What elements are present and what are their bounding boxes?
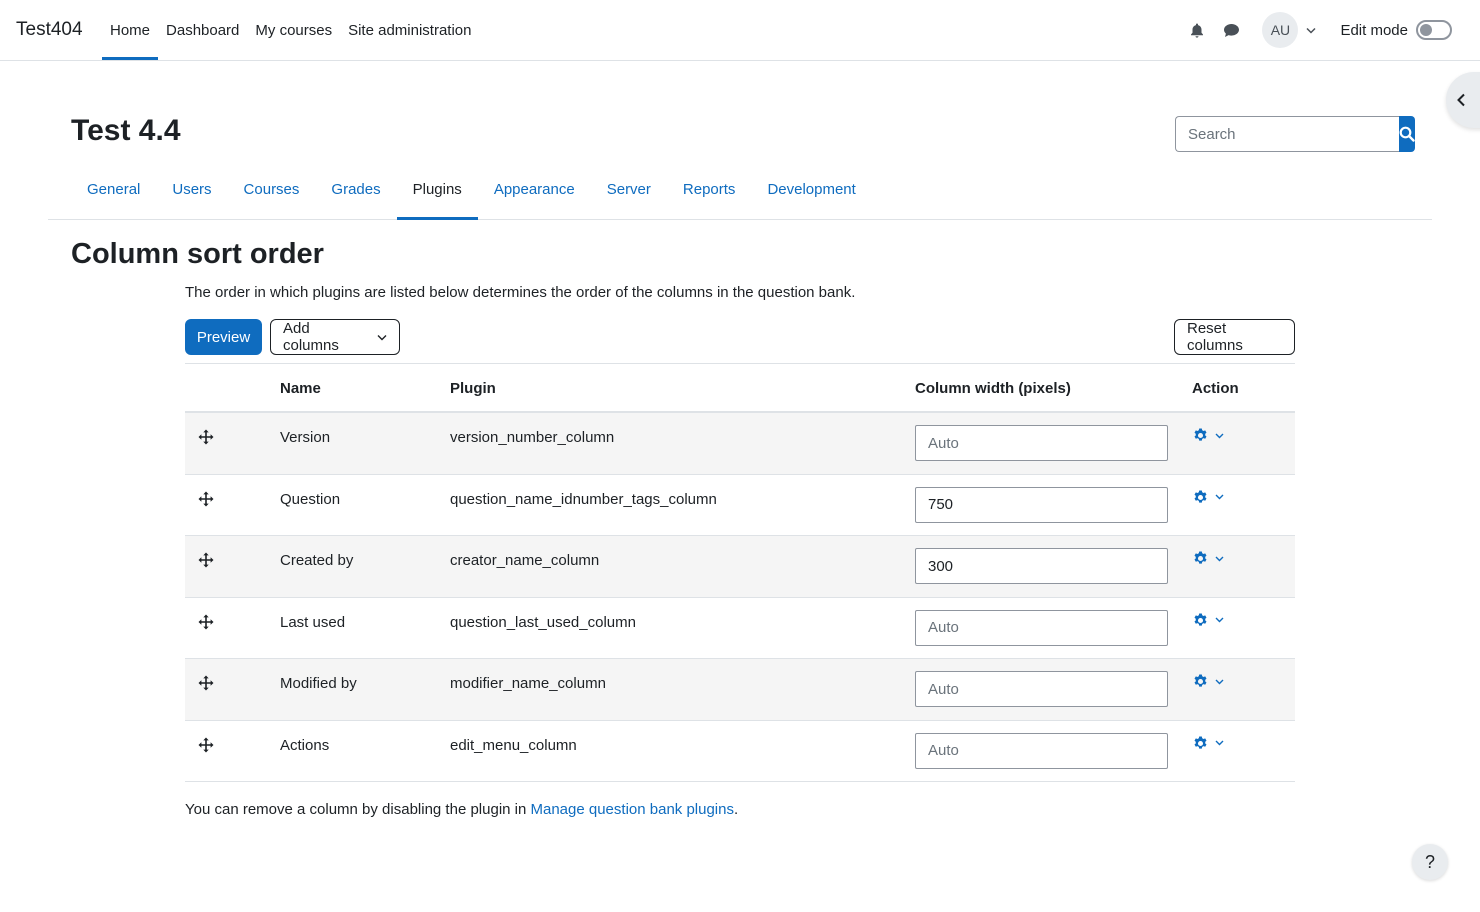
footer-note-text: You can remove a column by disabling the… [185, 801, 531, 818]
tab-development[interactable]: Development [751, 160, 871, 219]
move-drag-handle-icon[interactable] [198, 614, 214, 630]
user-menu-chevron-down-icon[interactable] [1306, 27, 1316, 34]
gear-icon [1194, 612, 1207, 626]
column-width-input[interactable] [915, 425, 1168, 461]
column-width-input[interactable] [915, 671, 1168, 707]
column-name: Actions [280, 736, 330, 754]
tab-general[interactable]: General [71, 160, 156, 219]
table-row: Actions edit_menu_column [185, 721, 1295, 782]
help-button[interactable]: ? [1412, 844, 1448, 880]
page-title: Test 4.4 [71, 114, 181, 147]
edit-mode-toggle[interactable] [1416, 20, 1452, 40]
tab-users[interactable]: Users [156, 160, 227, 219]
reset-columns-button[interactable]: Reset columns [1174, 319, 1295, 355]
move-drag-handle-icon[interactable] [198, 675, 214, 691]
column-name: Version [280, 429, 331, 446]
open-block-drawer-button[interactable] [1446, 72, 1480, 128]
tab-appearance[interactable]: Appearance [478, 160, 591, 219]
row-action-menu[interactable] [1193, 489, 1224, 505]
column-width-input[interactable] [915, 609, 1168, 646]
chevron-down-icon [1215, 740, 1224, 746]
manage-question-bank-plugins-link[interactable]: Manage question bank plugins [531, 801, 734, 818]
chevron-down-icon [1215, 494, 1224, 500]
table-row: Question question_name_idnumber_tags_colu… [185, 475, 1295, 536]
gear-icon [1194, 428, 1207, 441]
chevron-down-icon [1215, 433, 1224, 439]
footer-note-suffix: . [733, 801, 739, 818]
nav-my-courses[interactable]: My courses [247, 0, 340, 60]
column-plugin: modifier_name_column [450, 675, 606, 692]
row-action-menu[interactable] [1193, 674, 1224, 689]
column-plugin: question_last_used_column [450, 613, 636, 631]
move-drag-handle-icon[interactable] [198, 737, 214, 753]
column-sort-table: Name Plugin Column width (pixels) Action… [185, 363, 1295, 782]
nav-site-administration[interactable]: Site administration [340, 0, 479, 60]
nav-home[interactable]: Home [102, 0, 159, 60]
tab-plugins[interactable]: Plugins [396, 160, 479, 220]
admin-secondary-nav: General Users Courses Grades Plugins App… [48, 160, 1432, 220]
site-brand[interactable]: Test404 [16, 19, 83, 41]
chevron-down-icon [1215, 679, 1224, 685]
header-plugin: Plugin [450, 380, 496, 397]
tab-courses[interactable]: Courses [228, 160, 316, 219]
header-column-width: Column width (pixels) [915, 380, 1071, 397]
gear-icon [1194, 674, 1207, 687]
admin-search [1175, 116, 1415, 152]
move-drag-handle-icon[interactable] [198, 552, 214, 568]
column-name: Question [280, 490, 341, 508]
move-drag-handle-icon[interactable] [198, 491, 214, 507]
header-name: Name [280, 380, 321, 397]
column-name: Modified by [280, 675, 357, 692]
chevron-down-icon [1215, 617, 1224, 623]
user-avatar[interactable]: AU [1262, 12, 1299, 48]
nav-dashboard[interactable]: Dashboard [158, 0, 247, 60]
column-width-input[interactable] [915, 486, 1168, 523]
section-title: Column sort order [71, 238, 324, 270]
table-row: Modified by modifier_name_column [185, 659, 1295, 721]
table-row: Last used question_last_used_column [185, 598, 1295, 659]
move-drag-handle-icon[interactable] [198, 429, 214, 445]
row-action-menu[interactable] [1193, 551, 1224, 566]
notifications-bell-icon[interactable] [1182, 15, 1212, 45]
gear-icon [1194, 735, 1207, 749]
gear-icon [1194, 489, 1207, 503]
column-plugin: question_name_idnumber_tags_column [450, 490, 717, 508]
row-action-menu[interactable] [1193, 735, 1224, 751]
search-input[interactable] [1175, 116, 1399, 152]
add-columns-label: Add columns [283, 320, 339, 354]
section-description: The order in which plugins are listed be… [185, 284, 856, 301]
search-button[interactable] [1399, 116, 1415, 152]
chevron-down-icon [1215, 556, 1224, 562]
column-plugin: version_number_column [450, 429, 615, 446]
tab-grades[interactable]: Grades [315, 160, 396, 219]
column-plugin: creator_name_column [450, 552, 600, 569]
add-columns-button[interactable]: Add columns [270, 319, 400, 355]
row-action-menu[interactable] [1193, 612, 1224, 628]
table-row: Created by creator_name_column [185, 536, 1295, 598]
messages-chat-icon[interactable] [1216, 15, 1246, 45]
column-width-input[interactable] [915, 548, 1168, 584]
preview-button[interactable]: Preview [185, 319, 262, 355]
column-width-input[interactable] [915, 732, 1168, 769]
search-icon [1399, 126, 1415, 142]
top-navbar: Test404 Home Dashboard My courses Site a… [0, 0, 1480, 61]
chevron-left-icon [1457, 93, 1465, 107]
gear-icon [1194, 551, 1207, 564]
row-action-menu[interactable] [1193, 428, 1224, 443]
table-row: Version version_number_column [185, 413, 1295, 475]
tab-server[interactable]: Server [591, 160, 667, 219]
edit-mode-label: Edit mode [1340, 21, 1408, 39]
table-header: Name Plugin Column width (pixels) Action [185, 364, 1295, 413]
footer-note: You can remove a column by disabling the… [185, 801, 738, 818]
column-plugin: edit_menu_column [450, 736, 577, 754]
chevron-down-icon [377, 334, 387, 341]
header-action: Action [1192, 380, 1239, 397]
column-name: Created by [280, 552, 354, 569]
navbar-user-area: AU Edit mode [1178, 0, 1452, 60]
column-name: Last used [280, 613, 346, 631]
tab-reports[interactable]: Reports [667, 160, 752, 219]
primary-navigation: Home Dashboard My courses Site administr… [102, 0, 480, 60]
